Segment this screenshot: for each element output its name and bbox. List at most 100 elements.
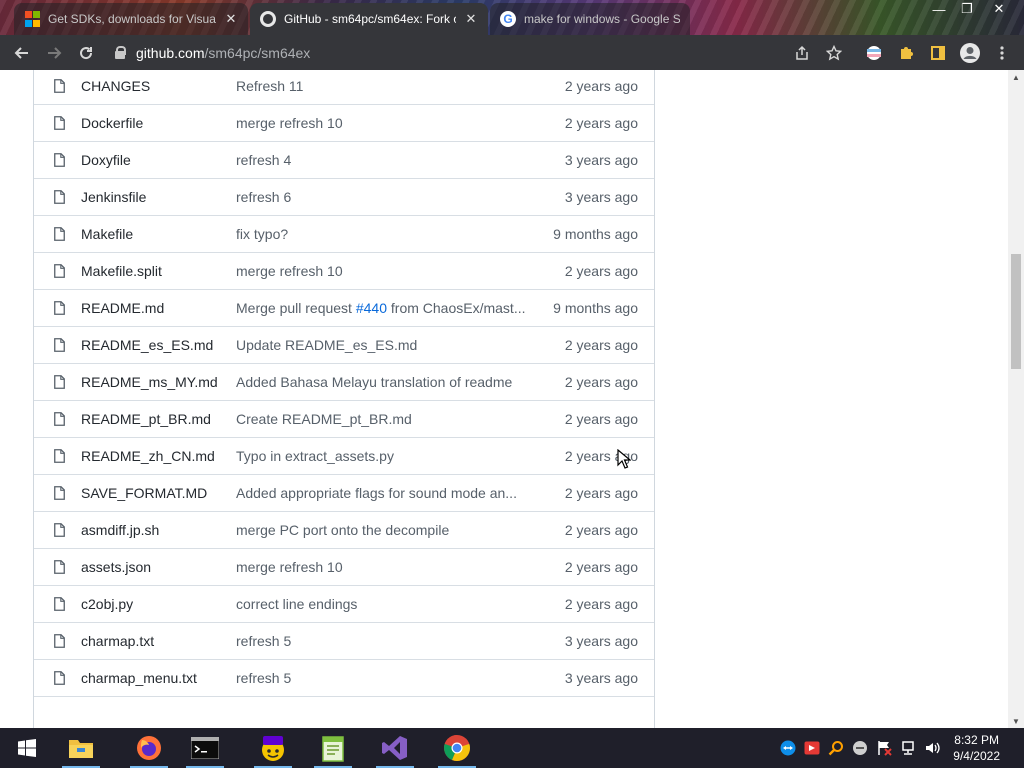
file-name-link[interactable]: README_pt_BR.md [81, 411, 211, 427]
start-button[interactable] [0, 728, 54, 768]
commit-message[interactable]: merge refresh 10 [236, 559, 343, 575]
file-row[interactable]: charmap_menu.txt refresh 5 3 years ago [34, 659, 654, 696]
flag-icon[interactable] [876, 740, 892, 756]
commit-message[interactable]: Update README_es_ES.md [236, 337, 417, 353]
scroll-up-icon[interactable]: ▲ [1008, 70, 1024, 84]
commit-message[interactable]: merge PC port onto the decompile [236, 522, 449, 538]
taskbar-notepad-plus[interactable] [306, 728, 360, 768]
taskbar-firefox[interactable] [122, 728, 176, 768]
file-row[interactable]: README_ms_MY.md Added Bahasa Melayu trans… [34, 363, 654, 400]
file-row[interactable]: charmap.txt refresh 5 3 years ago [34, 622, 654, 659]
minus-circle-icon[interactable] [852, 740, 868, 756]
search-tray-icon[interactable] [828, 740, 844, 756]
commit-message[interactable]: refresh 6 [236, 189, 291, 205]
file-icon [54, 338, 65, 352]
commit-message[interactable]: merge refresh 10 [236, 263, 343, 279]
pull-request-link[interactable]: #440 [356, 300, 387, 316]
tab-visual-studio-downloads[interactable]: Get SDKs, downloads for Visual... ✕ [14, 3, 248, 35]
extension-flag-button[interactable] [858, 35, 890, 70]
bookmark-button[interactable] [818, 35, 850, 70]
file-name-link[interactable]: Jenkinsfile [81, 189, 146, 205]
taskbar-file-explorer[interactable] [54, 728, 108, 768]
file-name-link[interactable]: Makefile.split [81, 263, 162, 279]
file-row[interactable]: README_zh_CN.md Typo in extract_assets.py… [34, 437, 654, 474]
commit-message[interactable]: fix typo? [236, 226, 288, 242]
taskbar-visual-studio[interactable] [368, 728, 422, 768]
commit-message[interactable]: Typo in extract_assets.py [236, 448, 394, 464]
side-panel-button[interactable] [922, 35, 954, 70]
tab-close-icon[interactable]: ✕ [464, 11, 478, 27]
microsoft-icon [24, 11, 40, 27]
forward-button[interactable] [38, 37, 70, 69]
file-row[interactable]: c2obj.py correct line endings 2 years ago [34, 585, 654, 622]
file-row[interactable]: CHANGES Refresh 11 2 years ago [34, 70, 654, 104]
page-scrollbar[interactable]: ▲ ▼ [1008, 70, 1024, 728]
file-row[interactable] [34, 696, 654, 728]
scrollbar-thumb[interactable] [1011, 253, 1021, 369]
tab-google-search[interactable]: G make for windows - Google Sea... [490, 3, 690, 35]
taskbar-terminal[interactable] [178, 728, 232, 768]
taskbar-clock[interactable]: 8:32 PM 9/4/2022 [953, 732, 1000, 764]
file-row[interactable]: asmdiff.jp.sh merge PC port onto the deco… [34, 511, 654, 548]
file-name-link[interactable]: Makefile [81, 226, 133, 242]
commit-message-text[interactable]: Merge pull request [236, 300, 356, 316]
file-name-link[interactable]: c2obj.py [81, 596, 133, 612]
commit-message[interactable]: correct line endings [236, 596, 357, 612]
back-button[interactable] [6, 37, 38, 69]
tab-close-icon[interactable]: ✕ [224, 11, 238, 27]
restore-button[interactable]: ❐ [950, 0, 984, 18]
file-row[interactable]: Dockerfile merge refresh 10 2 years ago [34, 104, 654, 141]
file-row[interactable]: README_es_ES.md Update README_es_ES.md 2 y… [34, 326, 654, 363]
commit-message[interactable]: Merge pull request #440 from ChaosEx/mas… [236, 300, 525, 316]
commit-message[interactable]: refresh 5 [236, 633, 291, 649]
taskbar-yahoo[interactable] [246, 728, 300, 768]
commit-message[interactable]: refresh 4 [236, 152, 291, 168]
taskbar-chrome[interactable] [430, 728, 484, 768]
file-name-link[interactable]: asmdiff.jp.sh [81, 522, 159, 538]
recorder-icon[interactable] [804, 740, 820, 756]
menu-button[interactable] [986, 35, 1018, 70]
address-bar[interactable]: github.com/sm64pc/sm64ex [108, 39, 856, 66]
close-window-button[interactable]: ✕ [982, 0, 1016, 18]
file-name-link[interactable]: README_es_ES.md [81, 337, 213, 353]
scroll-down-icon[interactable]: ▼ [1008, 714, 1024, 728]
file-name-link[interactable]: Dockerfile [81, 115, 143, 131]
file-row[interactable]: Makefile fix typo? 9 months ago [34, 215, 654, 252]
commit-message[interactable]: Create README_pt_BR.md [236, 411, 412, 427]
file-row[interactable]: README_pt_BR.md Create README_pt_BR.md 2 y… [34, 400, 654, 437]
commit-message[interactable]: Added Bahasa Melayu translation of readm… [236, 374, 512, 390]
commit-message-text[interactable]: from ChaosEx/mast... [387, 300, 526, 316]
teamviewer-icon[interactable] [780, 740, 796, 756]
file-name-link[interactable]: README_ms_MY.md [81, 374, 218, 390]
share-button[interactable] [786, 35, 818, 70]
lock-icon[interactable] [114, 46, 126, 59]
commit-message[interactable]: merge refresh 10 [236, 115, 343, 131]
file-name-link[interactable]: README.md [81, 300, 164, 316]
network-glyph [902, 741, 914, 755]
file-name-link[interactable]: CHANGES [81, 78, 150, 94]
file-name-link[interactable]: SAVE_FORMAT.MD [81, 485, 207, 501]
file-name-link[interactable]: charmap.txt [81, 633, 154, 649]
file-row[interactable]: Doxyfile refresh 4 3 years ago [34, 141, 654, 178]
tab-github-sm64ex[interactable]: GitHub - sm64pc/sm64ex: Fork o... ✕ [250, 3, 488, 35]
extensions-button[interactable] [890, 35, 922, 70]
file-row[interactable]: README.md Merge pull request #440 from Ch… [34, 289, 654, 326]
volume-icon[interactable] [924, 740, 940, 756]
commit-message[interactable]: Refresh 11 [236, 78, 303, 94]
file-name-link[interactable]: charmap_menu.txt [81, 670, 197, 686]
commit-message[interactable]: refresh 5 [236, 670, 291, 686]
commit-age: 2 years ago [564, 559, 638, 575]
network-icon[interactable] [900, 740, 916, 756]
file-row[interactable]: SAVE_FORMAT.MD Added appropriate flags fo… [34, 474, 654, 511]
file-row[interactable]: Makefile.split merge refresh 10 2 years ag… [34, 252, 654, 289]
file-row[interactable]: assets.json merge refresh 10 2 years ago [34, 548, 654, 585]
file-name-link[interactable]: README_zh_CN.md [81, 448, 215, 464]
commit-message[interactable]: Added appropriate flags for sound mode a… [236, 485, 517, 501]
file-row[interactable]: Jenkinsfile refresh 6 3 years ago [34, 178, 654, 215]
file-icon [54, 486, 65, 500]
file-name-link[interactable]: Doxyfile [81, 152, 131, 168]
commit-age: 2 years ago [564, 337, 638, 353]
profile-button[interactable] [954, 35, 986, 70]
file-name-link[interactable]: assets.json [81, 559, 151, 575]
reload-button[interactable] [70, 37, 102, 69]
